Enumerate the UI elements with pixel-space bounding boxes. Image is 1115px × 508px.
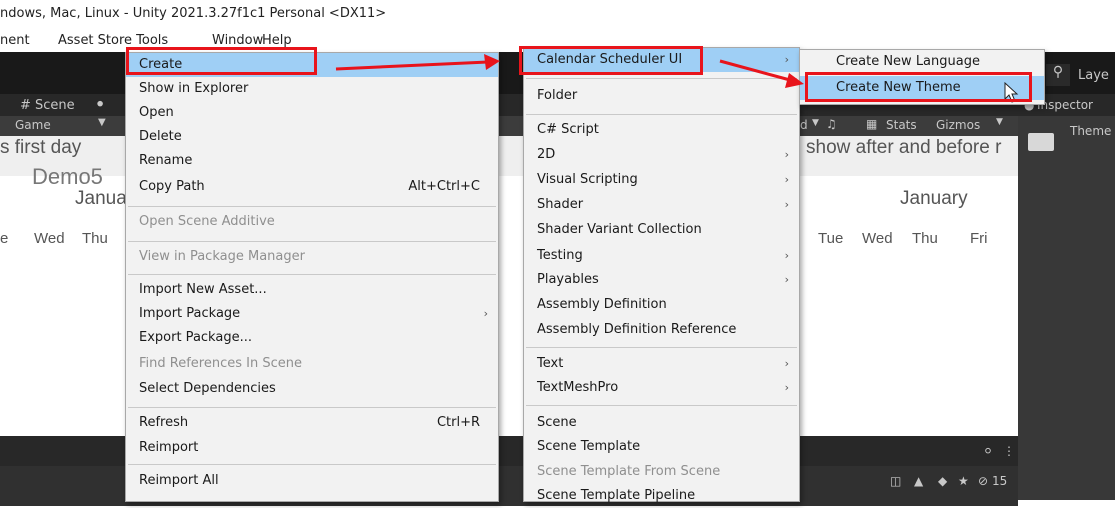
annotation-arrowhead	[484, 54, 500, 70]
annotation-arrow-line	[335, 60, 489, 71]
annotation-arrow-line	[719, 59, 791, 82]
annotation-arrows	[335, 54, 804, 88]
annotation-arrowhead	[785, 73, 804, 88]
